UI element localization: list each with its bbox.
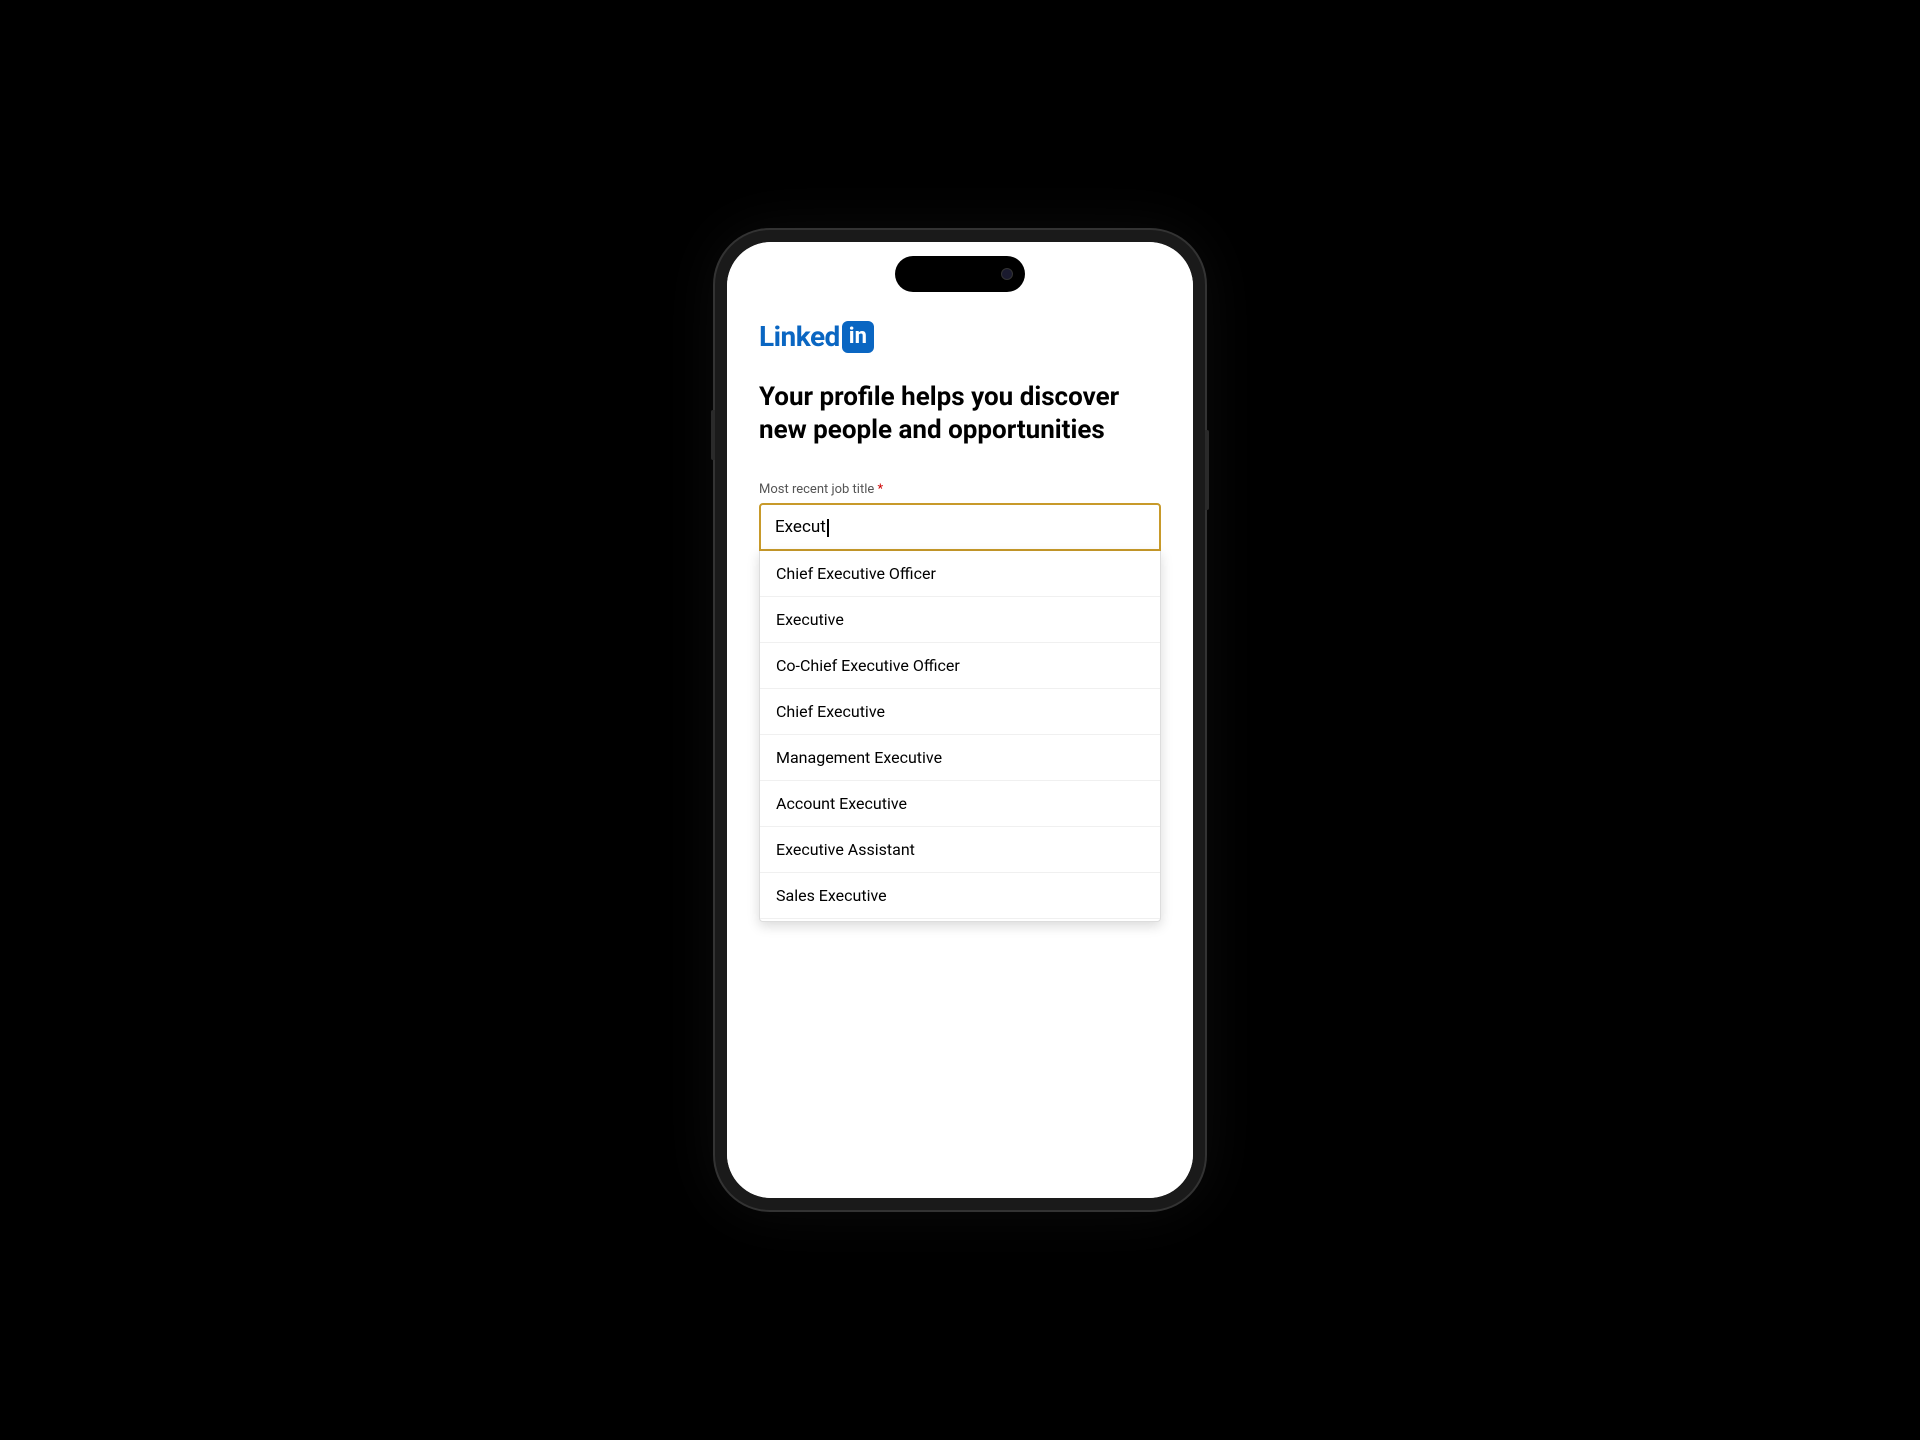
job-title-input-wrapper: Execut Chief Executive OfficerExecutiveC…	[759, 503, 1161, 922]
logo-text: Linked	[759, 320, 840, 353]
page-heading: Your profile helps you discover new peop…	[759, 381, 1161, 446]
dropdown-item[interactable]: Chief Executive	[760, 689, 1160, 735]
dropdown-item[interactable]: Executive Assistant	[760, 827, 1160, 873]
dropdown-scroll[interactable]: Chief Executive OfficerExecutiveCo-Chief…	[760, 551, 1160, 921]
job-title-input[interactable]: Execut	[759, 503, 1161, 551]
dropdown-item[interactable]: Executive	[760, 597, 1160, 643]
camera-dot	[1001, 268, 1013, 280]
logo-box: in	[842, 321, 874, 353]
dropdown-item[interactable]: Account Executive	[760, 781, 1160, 827]
linkedin-logo: Linked in	[759, 320, 1161, 353]
text-cursor	[827, 519, 829, 537]
dropdown-item[interactable]: Management Executive	[760, 735, 1160, 781]
phone-frame: Linked in Your profile helps you discove…	[715, 230, 1205, 1210]
dropdown-item[interactable]: Co-Chief Executive Officer	[760, 643, 1160, 689]
required-marker: *	[878, 482, 884, 497]
dropdown-item[interactable]: Sales Executive	[760, 873, 1160, 919]
dropdown-item[interactable]: Chief Executive Officer	[760, 551, 1160, 597]
dropdown-item[interactable]: Executive Director	[760, 919, 1160, 921]
phone-screen: Linked in Your profile helps you discove…	[727, 242, 1193, 1198]
field-label: Most recent job title *	[759, 482, 1161, 497]
suggestions-dropdown: Chief Executive OfficerExecutiveCo-Chief…	[759, 551, 1161, 922]
screen-content: Linked in Your profile helps you discove…	[727, 242, 1193, 1198]
dynamic-island	[895, 256, 1025, 292]
